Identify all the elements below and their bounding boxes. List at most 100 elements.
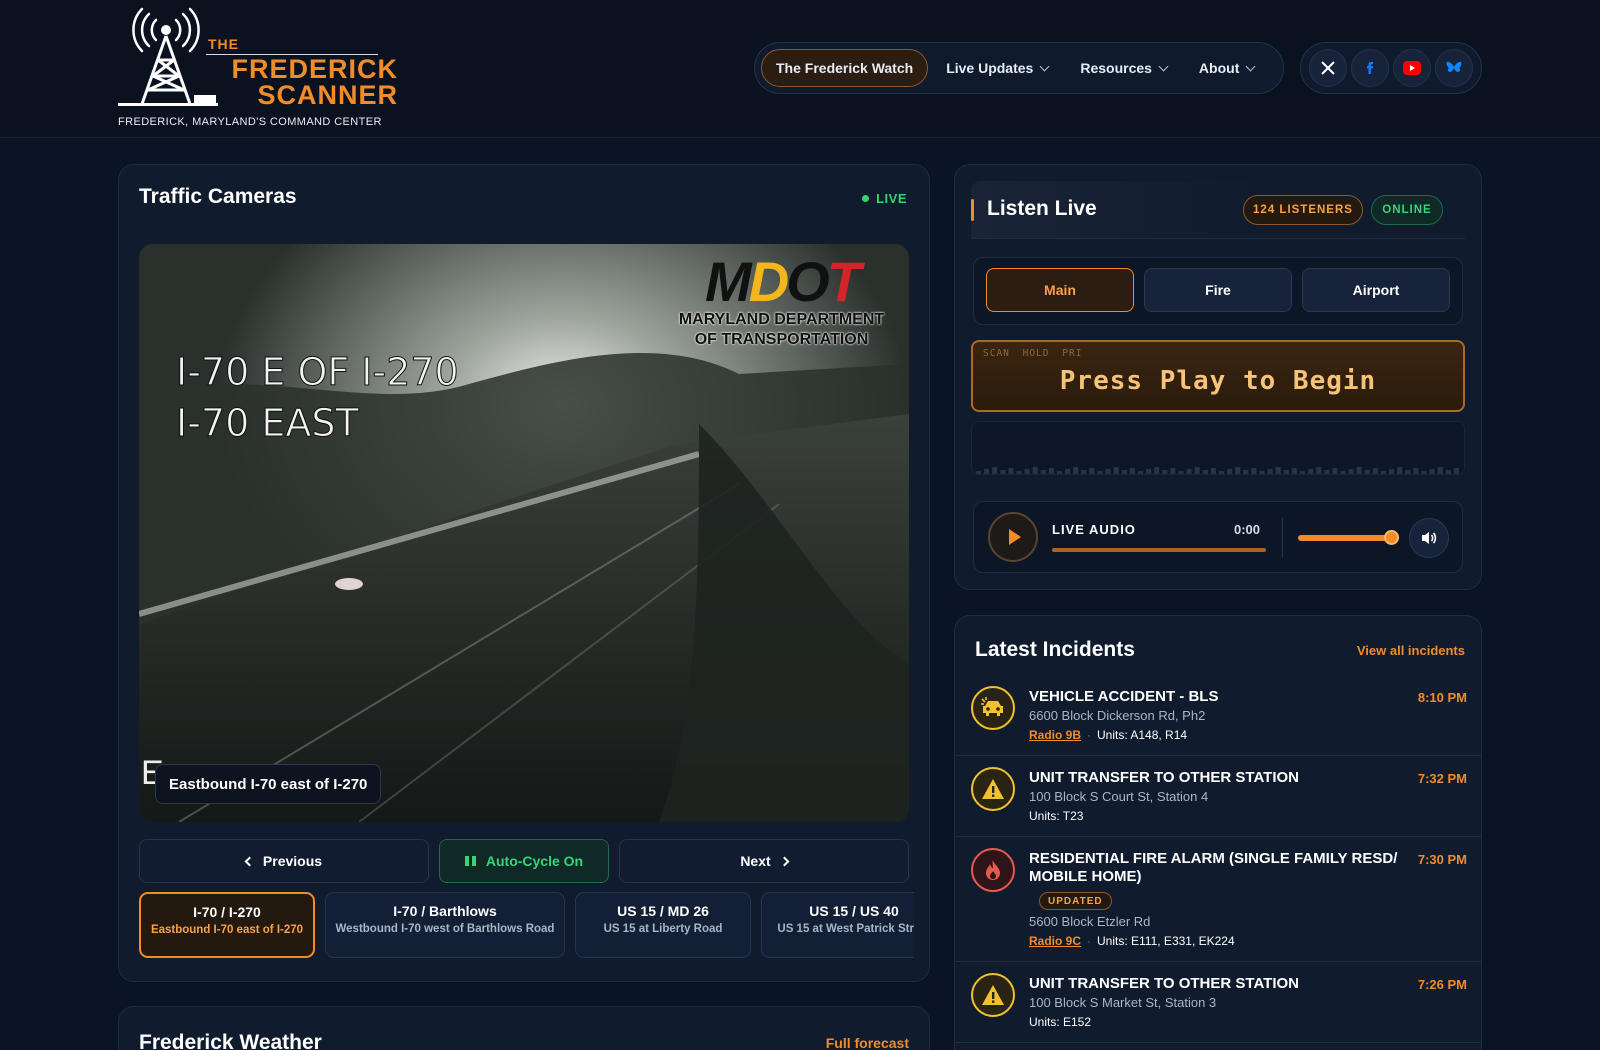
visualizer-bar bbox=[1235, 467, 1241, 474]
visualizer-bar bbox=[1129, 468, 1135, 474]
youtube-icon bbox=[1403, 61, 1421, 75]
visualizer-bar bbox=[984, 469, 990, 474]
bluesky-link[interactable] bbox=[1435, 49, 1473, 87]
meta-separator: · bbox=[1087, 728, 1092, 742]
logo-the: THE bbox=[208, 36, 239, 52]
visualizer-bar bbox=[1178, 471, 1184, 474]
full-forecast-link[interactable]: Full forecast bbox=[826, 1035, 909, 1050]
visualizer-bar bbox=[1251, 468, 1257, 474]
bluesky-icon bbox=[1446, 61, 1462, 72]
visualizer-bar bbox=[1186, 469, 1192, 474]
nav-label: Resources bbox=[1080, 60, 1152, 76]
incident-time: 7:32 PM bbox=[1417, 771, 1467, 786]
previous-camera-button[interactable]: Previous bbox=[139, 839, 429, 883]
channel-main-button[interactable]: Main bbox=[986, 268, 1134, 312]
volume-slider-handle[interactable] bbox=[1384, 530, 1399, 545]
nav-frederick-watch[interactable]: The Frederick Watch bbox=[761, 49, 929, 87]
incident-address: 100 Block S Court St, Station 4 bbox=[1029, 789, 1209, 804]
view-all-incidents-link[interactable]: View all incidents bbox=[1357, 643, 1465, 658]
camera-thumb[interactable]: I-70 / I-270 Eastbound I-70 east of I-27… bbox=[139, 892, 315, 958]
visualizer-bar bbox=[1057, 471, 1062, 474]
visualizer-bar bbox=[1300, 471, 1305, 474]
mdot-subtitle-2: OF TRANSPORTATION bbox=[694, 331, 869, 348]
camera-thumb-subtitle: Westbound I-70 west of Barthlows Road bbox=[335, 923, 555, 935]
visualizer-bar bbox=[1316, 467, 1322, 474]
camera-thumb[interactable]: US 15 / US 40 US 15 at West Patrick Stre… bbox=[761, 892, 914, 958]
visualizer-bar bbox=[1073, 467, 1079, 474]
latest-incidents-card: Latest Incidents View all incidents VEHI… bbox=[954, 615, 1482, 1050]
play-icon bbox=[1008, 529, 1021, 545]
camera-overlay-caption: I-70 E OF I-270 I-70 EAST bbox=[176, 347, 460, 449]
camera-thumb[interactable]: US 15 / MD 26 US 15 at Liberty Road bbox=[575, 892, 751, 958]
camera-thumb-subtitle: Eastbound I-70 east of I-270 bbox=[150, 924, 304, 936]
youtube-link[interactable] bbox=[1393, 49, 1431, 87]
visualizer-bar bbox=[1340, 471, 1346, 474]
weather-title: Frederick Weather bbox=[139, 1031, 322, 1050]
mdot-logo: MDOT MARYLAND DEPARTMENT OF TRANSPORTATI… bbox=[664, 254, 899, 350]
social-links bbox=[1300, 42, 1482, 94]
visualizer-bar bbox=[1089, 468, 1095, 474]
channel-airport-button[interactable]: Airport bbox=[1302, 268, 1450, 312]
nav-about[interactable]: About bbox=[1185, 49, 1268, 87]
mdot-wordmark: MDOT bbox=[705, 250, 861, 313]
previous-label: Previous bbox=[262, 853, 323, 869]
mute-button[interactable] bbox=[1409, 518, 1449, 558]
incident-radio-link[interactable]: Radio 9C bbox=[1029, 934, 1081, 948]
visualizer-bar bbox=[1048, 468, 1054, 474]
audio-progress-bar[interactable] bbox=[1052, 548, 1266, 552]
flag-scan: SCAN bbox=[983, 348, 1010, 359]
facebook-link[interactable] bbox=[1351, 49, 1389, 87]
incident-time: 8:10 PM bbox=[1417, 690, 1467, 705]
camera-thumb[interactable]: I-70 / Barthlows Westbound I-70 west of … bbox=[325, 892, 565, 958]
visualizer-bar bbox=[1372, 468, 1378, 474]
nav-live-updates[interactable]: Live Updates bbox=[932, 49, 1062, 87]
visualizer-bar bbox=[1081, 470, 1087, 474]
camera-thumb-title: US 15 / US 40 bbox=[809, 903, 899, 919]
incident-radio-link[interactable]: Radio 9B bbox=[1029, 728, 1081, 742]
visualizer-bar bbox=[1243, 470, 1249, 474]
camera-thumb-title: I-70 / Barthlows bbox=[393, 903, 497, 919]
channel-selector: Main Fire Airport bbox=[973, 257, 1463, 325]
volume-slider[interactable] bbox=[1298, 535, 1390, 541]
listen-live-card: Listen Live 124 LISTENERS ONLINE Main Fi… bbox=[954, 164, 1482, 590]
visualizer-bar bbox=[1381, 471, 1386, 474]
visualizer-bar bbox=[1162, 470, 1168, 474]
live-indicator: LIVE bbox=[862, 191, 907, 206]
play-button[interactable] bbox=[988, 512, 1038, 562]
channel-fire-button[interactable]: Fire bbox=[1144, 268, 1292, 312]
chevron-left-icon bbox=[244, 856, 255, 866]
next-camera-button[interactable]: Next bbox=[619, 839, 909, 883]
visualizer-bar bbox=[1138, 471, 1143, 474]
nav-resources[interactable]: Resources bbox=[1066, 49, 1181, 87]
visualizer-bar bbox=[1453, 468, 1459, 474]
live-dot-icon bbox=[862, 195, 870, 202]
online-status-badge: ONLINE bbox=[1371, 195, 1443, 225]
flag-hold: HOLD bbox=[1022, 348, 1050, 359]
visualizer-bar bbox=[1421, 471, 1427, 474]
chevron-right-icon bbox=[779, 856, 790, 866]
visualizer-bar bbox=[1170, 468, 1176, 474]
incident-row[interactable]: UNIT TRANSFER TO OTHER STATION 7:32 PM 1… bbox=[955, 757, 1481, 837]
visualizer-bar bbox=[1259, 471, 1265, 474]
incident-meta: Radio 9B · Units: A148, R14 bbox=[1029, 728, 1187, 742]
x-link[interactable] bbox=[1309, 49, 1347, 87]
scanner-flags: SCAN HOLD PRI bbox=[983, 348, 1082, 359]
logo-word-scanner: SCANNER bbox=[257, 80, 398, 110]
auto-cycle-button[interactable]: Auto-Cycle On bbox=[439, 839, 609, 883]
scanner-display-text: Press Play to Begin bbox=[1059, 366, 1377, 396]
camera-location-label: Eastbound I-70 east of I-270 bbox=[155, 764, 382, 804]
visualizer-bar bbox=[1032, 467, 1038, 474]
nav-label: About bbox=[1198, 60, 1240, 76]
camera-feed[interactable]: I-70 E OF I-270 I-70 EAST MDOT MARYLAND … bbox=[139, 244, 909, 822]
camera-thumb-subtitle: US 15 at Liberty Road bbox=[603, 923, 723, 935]
incident-row[interactable]: VEHICLE ACCIDENT - BLS 8:10 PM 6600 Bloc… bbox=[955, 676, 1481, 756]
visualizer-bar bbox=[1437, 467, 1443, 474]
incident-row[interactable]: UNIT TRANSFER TO OTHER STATION 7:26 PM 1… bbox=[955, 963, 1481, 1043]
visualizer-bar bbox=[1275, 467, 1281, 474]
visualizer-bar bbox=[1405, 470, 1411, 474]
incident-title: RESIDENTIAL FIRE ALARM (SINGLE FAMILY RE… bbox=[1029, 850, 1398, 885]
site-logo[interactable]: THE FREDERICK SCANNER FREDERICK, MARYLAN… bbox=[118, 6, 408, 132]
x-icon bbox=[1321, 61, 1335, 75]
visualizer-bar bbox=[1283, 470, 1289, 474]
incident-row[interactable]: RESIDENTIAL FIRE ALARM (SINGLE FAMILY RE… bbox=[955, 838, 1481, 962]
